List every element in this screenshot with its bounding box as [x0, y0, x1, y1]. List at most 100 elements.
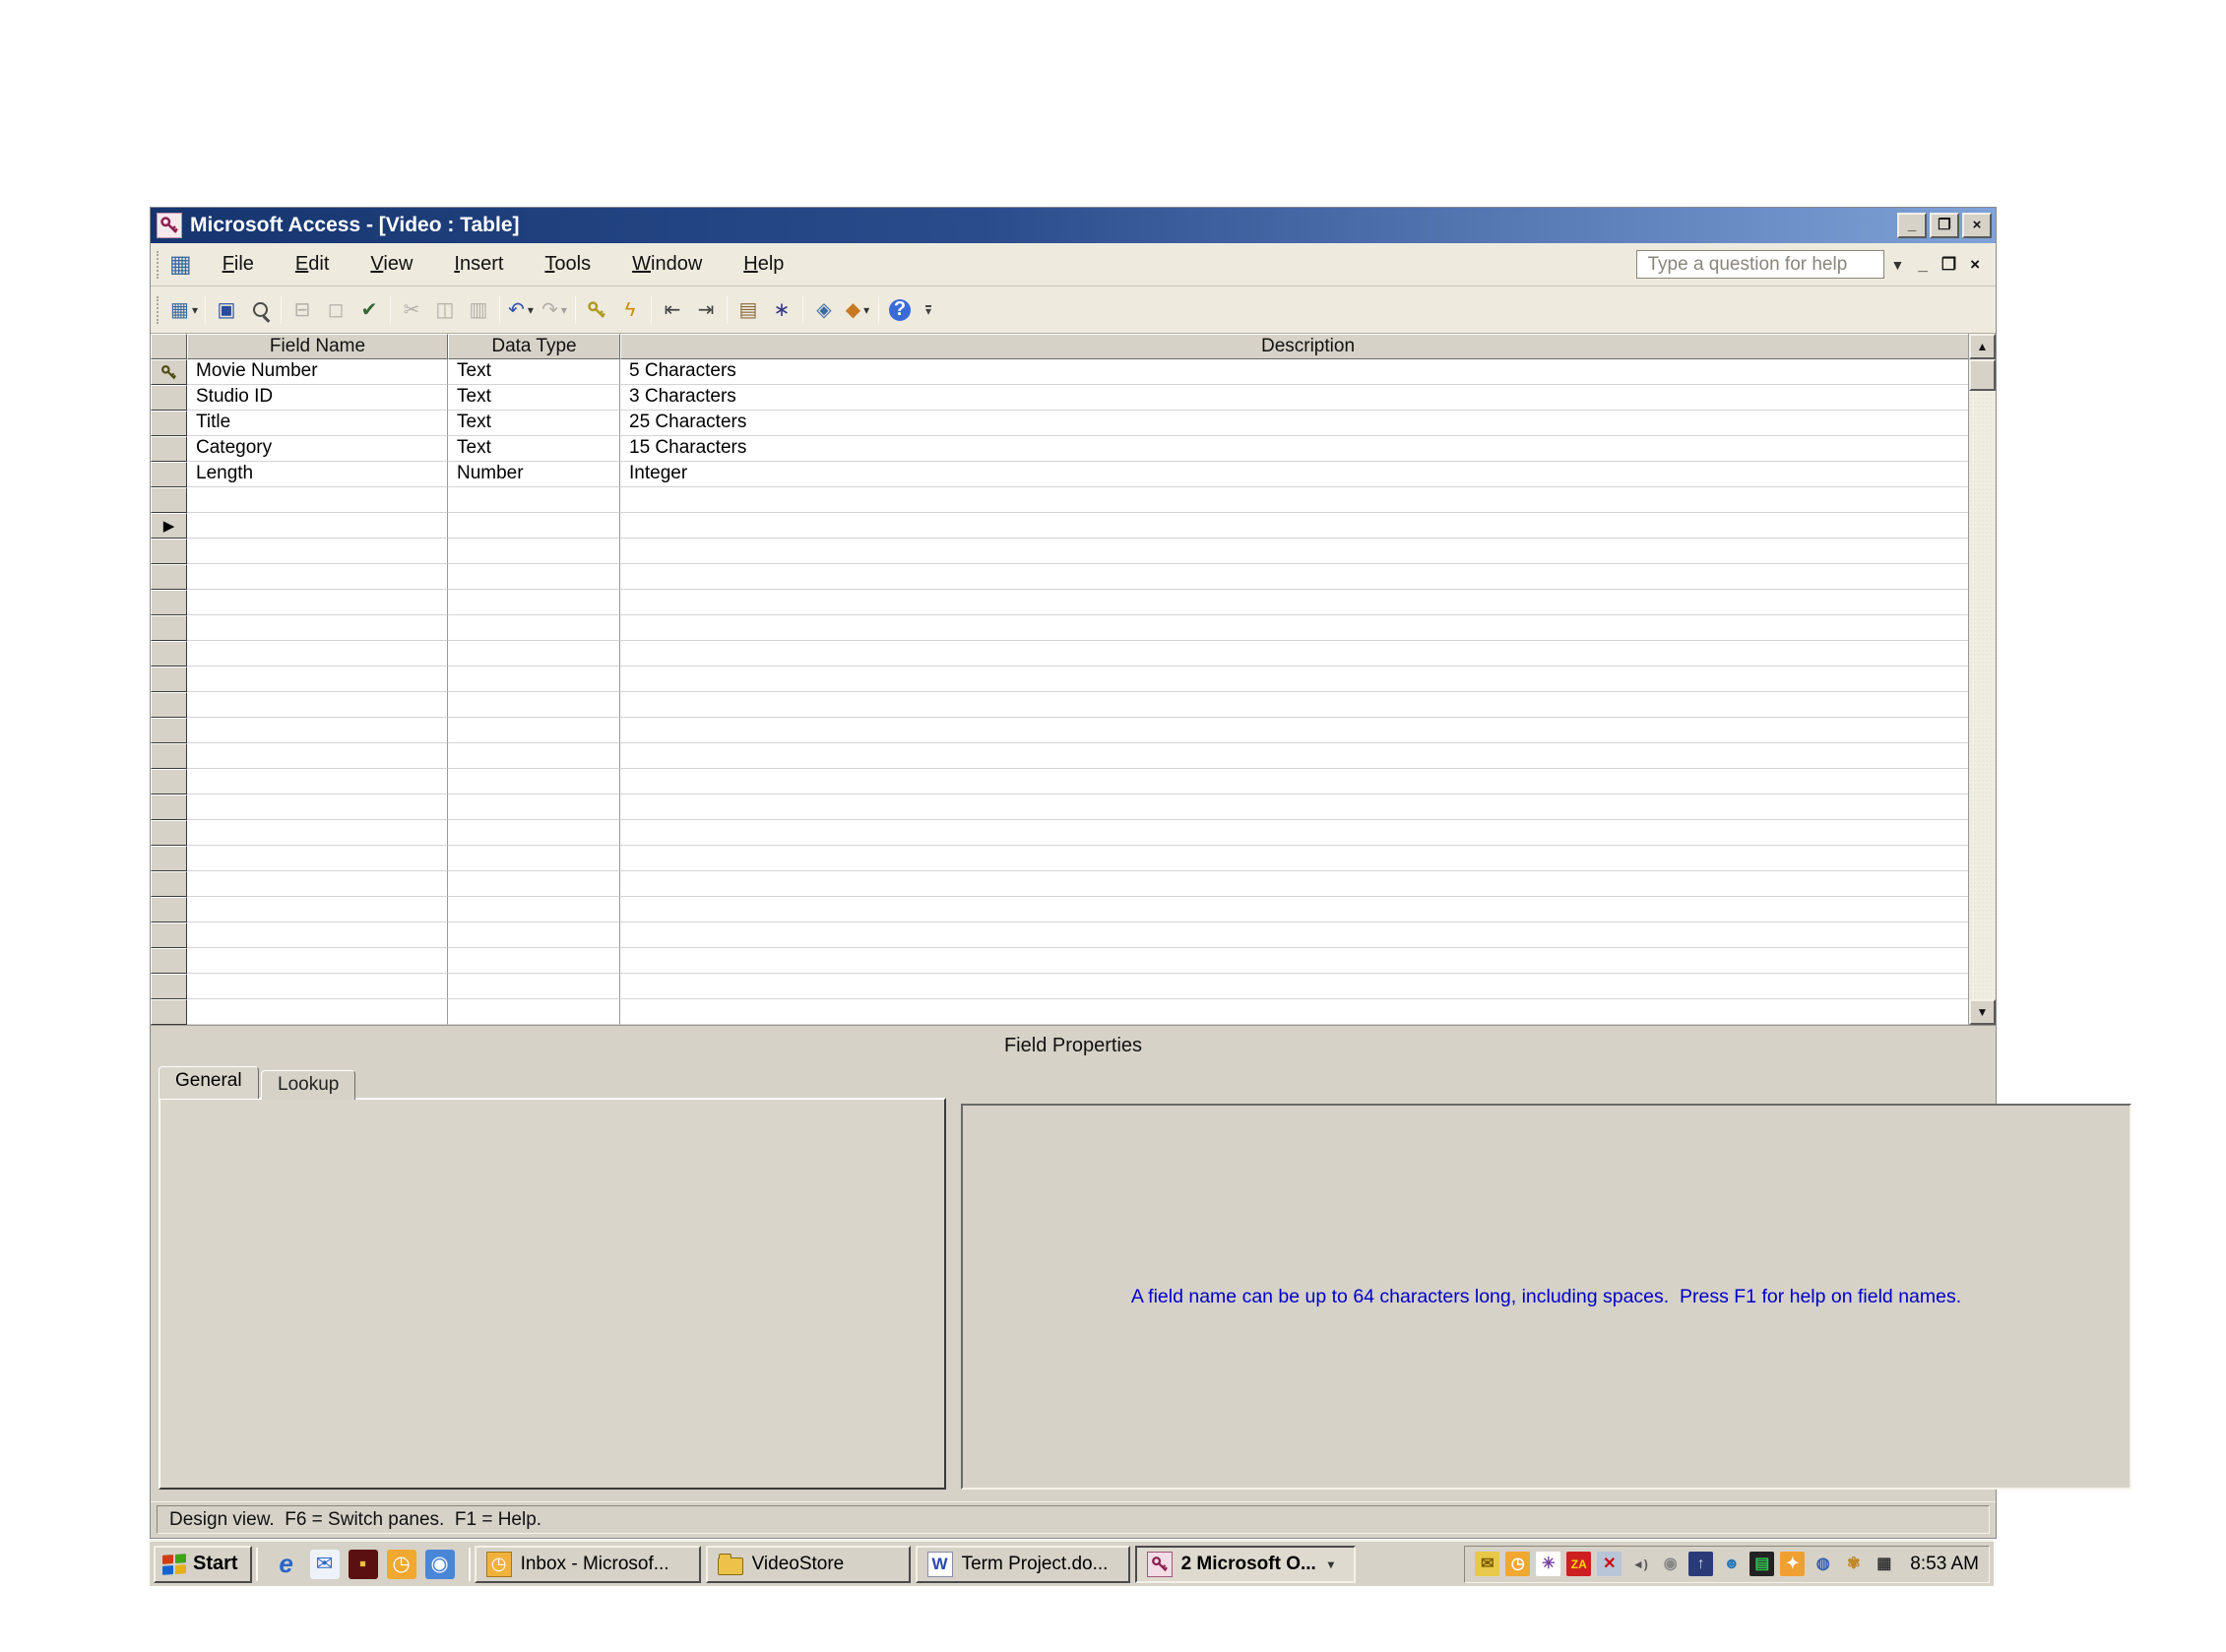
field-name-cell[interactable] — [187, 667, 448, 692]
data-type-cell[interactable] — [448, 794, 620, 820]
internet-explorer-icon[interactable]: e — [272, 1550, 301, 1579]
redo-button[interactable]: ↷▾ — [538, 294, 571, 326]
field-name-cell[interactable] — [187, 999, 448, 1025]
field-name-cell[interactable] — [187, 615, 448, 641]
upload-icon[interactable]: ↑ — [1688, 1552, 1713, 1576]
row-selector[interactable] — [151, 564, 187, 590]
description-cell[interactable] — [620, 564, 1996, 590]
data-type-cell[interactable] — [448, 590, 620, 615]
field-name-cell[interactable] — [187, 718, 448, 743]
row-selector[interactable] — [151, 411, 187, 436]
field-name-cell[interactable]: Length — [187, 462, 448, 487]
data-type-cell[interactable] — [448, 922, 620, 948]
description-cell[interactable] — [620, 820, 1996, 846]
field-name-cell[interactable]: Category — [187, 436, 448, 462]
data-type-cell[interactable] — [448, 897, 620, 922]
toolbar-grip[interactable] — [157, 296, 161, 324]
description-cell[interactable] — [620, 641, 1996, 667]
data-type-cell[interactable] — [448, 999, 620, 1025]
field-name-cell[interactable] — [187, 922, 448, 948]
description-cell[interactable] — [620, 897, 1996, 922]
scroll-down-icon[interactable]: ▼ — [1969, 999, 1996, 1025]
data-type-cell[interactable] — [448, 513, 620, 539]
description-cell[interactable] — [620, 487, 1996, 513]
column-header-field-name[interactable]: Field Name — [187, 334, 448, 359]
menubar-grip[interactable] — [157, 251, 161, 279]
build-button[interactable]: ∗ — [765, 294, 798, 326]
tv-icon[interactable]: ▤ — [1749, 1552, 1774, 1576]
data-type-cell[interactable] — [448, 871, 620, 897]
question-input[interactable]: Type a question for help — [1636, 250, 1884, 279]
row-selector[interactable] — [151, 718, 187, 743]
taskbar-button-term-project[interactable]: WTerm Project.do... — [916, 1546, 1130, 1583]
row-selector[interactable] — [151, 667, 187, 692]
field-name-cell[interactable] — [187, 487, 448, 513]
field-name-cell[interactable] — [187, 641, 448, 667]
description-cell[interactable] — [620, 692, 1996, 718]
restore-button[interactable]: ❐ — [1930, 213, 1959, 238]
menu-tools[interactable]: Tools — [524, 245, 611, 284]
field-name-cell[interactable] — [187, 539, 448, 564]
minimize-button[interactable]: _ — [1897, 213, 1927, 238]
field-name-cell[interactable]: Studio ID — [187, 385, 448, 411]
field-name-cell[interactable]: Movie Number — [187, 359, 448, 385]
database-window-button[interactable]: ◈ — [807, 294, 841, 326]
file-search-button[interactable] — [243, 294, 277, 326]
tab-lookup[interactable]: Lookup — [261, 1070, 355, 1100]
network-error-icon[interactable]: ✕ — [1597, 1552, 1622, 1576]
description-cell[interactable] — [620, 948, 1996, 974]
scrollbar-thumb[interactable] — [1969, 359, 1996, 391]
row-selector[interactable] — [151, 820, 187, 846]
field-name-cell[interactable] — [187, 564, 448, 590]
data-type-cell[interactable]: Text — [448, 359, 620, 385]
row-selector[interactable] — [151, 641, 187, 667]
description-cell[interactable] — [620, 615, 1996, 641]
volume-icon[interactable]: ◉ — [1658, 1552, 1683, 1576]
taskbar-button-inbox[interactable]: ◷Inbox - Microsof... — [475, 1546, 701, 1583]
print-preview-button[interactable]: ◻ — [319, 294, 352, 326]
row-selector[interactable] — [151, 846, 187, 871]
zonealarm-icon[interactable]: ZA — [1566, 1552, 1591, 1576]
data-type-cell[interactable] — [448, 948, 620, 974]
undo-button[interactable]: ↶▾ — [504, 294, 538, 326]
data-type-cell[interactable]: Text — [448, 436, 620, 462]
row-selector[interactable] — [151, 385, 187, 411]
speaker-icon[interactable]: ◄) — [1627, 1552, 1652, 1576]
vertical-scrollbar[interactable]: ▲ ▼ — [1968, 334, 1996, 1025]
description-cell[interactable] — [620, 718, 1996, 743]
help-button[interactable]: ? — [883, 294, 917, 326]
child-restore-button[interactable]: ❐ — [1941, 256, 1956, 273]
field-name-cell[interactable] — [187, 820, 448, 846]
hands-icon[interactable]: ✾ — [1841, 1552, 1866, 1576]
row-selector[interactable] — [151, 794, 187, 820]
field-name-cell[interactable] — [187, 743, 448, 769]
data-type-cell[interactable] — [448, 487, 620, 513]
description-cell[interactable] — [620, 513, 1996, 539]
paste-button[interactable]: ▥ — [462, 294, 495, 326]
menu-window[interactable]: Window — [611, 245, 723, 284]
delete-rows-button[interactable]: ⇥ — [689, 294, 723, 326]
description-cell[interactable]: Integer — [620, 462, 1996, 487]
description-cell[interactable] — [620, 794, 1996, 820]
pinwheel-icon[interactable]: ✳ — [1536, 1552, 1560, 1576]
clock-icon[interactable]: ◷ — [1505, 1552, 1530, 1576]
description-cell[interactable] — [620, 590, 1996, 615]
current-row-selector[interactable]: ▶ — [151, 513, 187, 539]
row-selector[interactable] — [151, 436, 187, 462]
description-cell[interactable] — [620, 539, 1996, 564]
field-name-cell[interactable] — [187, 871, 448, 897]
data-type-cell[interactable] — [448, 718, 620, 743]
row-selector[interactable] — [151, 922, 187, 948]
menu-file[interactable]: File — [202, 245, 275, 284]
data-type-cell[interactable] — [448, 667, 620, 692]
globe-icon[interactable]: ◍ — [1811, 1552, 1835, 1576]
row-selector[interactable] — [151, 948, 187, 974]
taskbar-button-access-group[interactable]: 2 Microsoft O...▾ — [1135, 1546, 1356, 1583]
mail-icon[interactable]: ✉ — [1475, 1552, 1499, 1576]
data-type-cell[interactable] — [448, 974, 620, 999]
menu-help[interactable]: Help — [723, 245, 804, 284]
description-cell[interactable]: 25 Characters — [620, 411, 1996, 436]
menu-edit[interactable]: Edit — [275, 245, 350, 284]
row-selector[interactable] — [151, 615, 187, 641]
description-cell[interactable] — [620, 871, 1996, 897]
